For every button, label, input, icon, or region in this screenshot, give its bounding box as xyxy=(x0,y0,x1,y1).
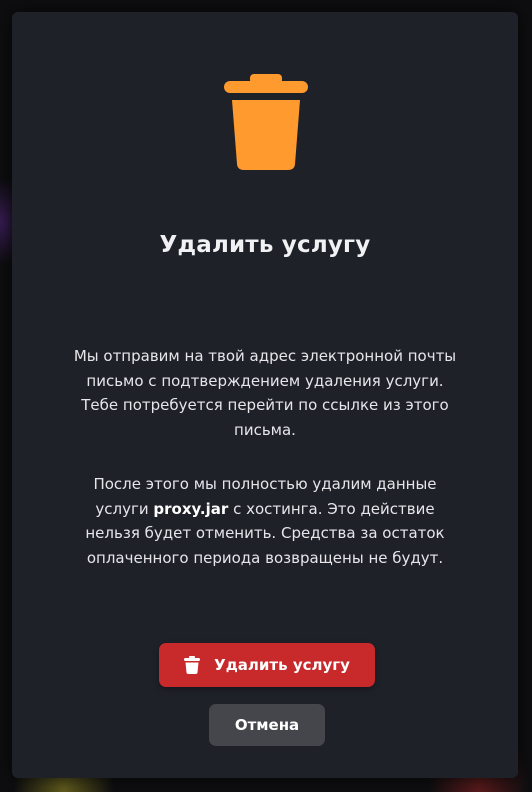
confirmation-email-text: Мы отправим на твой адрес электронной по… xyxy=(73,347,457,439)
delete-service-button[interactable]: Удалить услугу xyxy=(159,643,375,687)
delete-service-dialog: Удалить услугу Мы отправим на твой адрес… xyxy=(12,12,518,778)
cancel-button[interactable]: Отмена xyxy=(209,704,325,746)
service-name: proxy.jar xyxy=(153,499,229,518)
delete-service-button-label: Удалить услугу xyxy=(214,656,350,674)
dialog-title: Удалить услугу xyxy=(159,232,371,258)
trash-icon xyxy=(224,74,308,170)
cancel-button-label: Отмена xyxy=(234,716,300,734)
deletion-warning-text: После этого мы полностью удалим данные у… xyxy=(72,472,458,570)
trash-icon xyxy=(184,656,201,674)
